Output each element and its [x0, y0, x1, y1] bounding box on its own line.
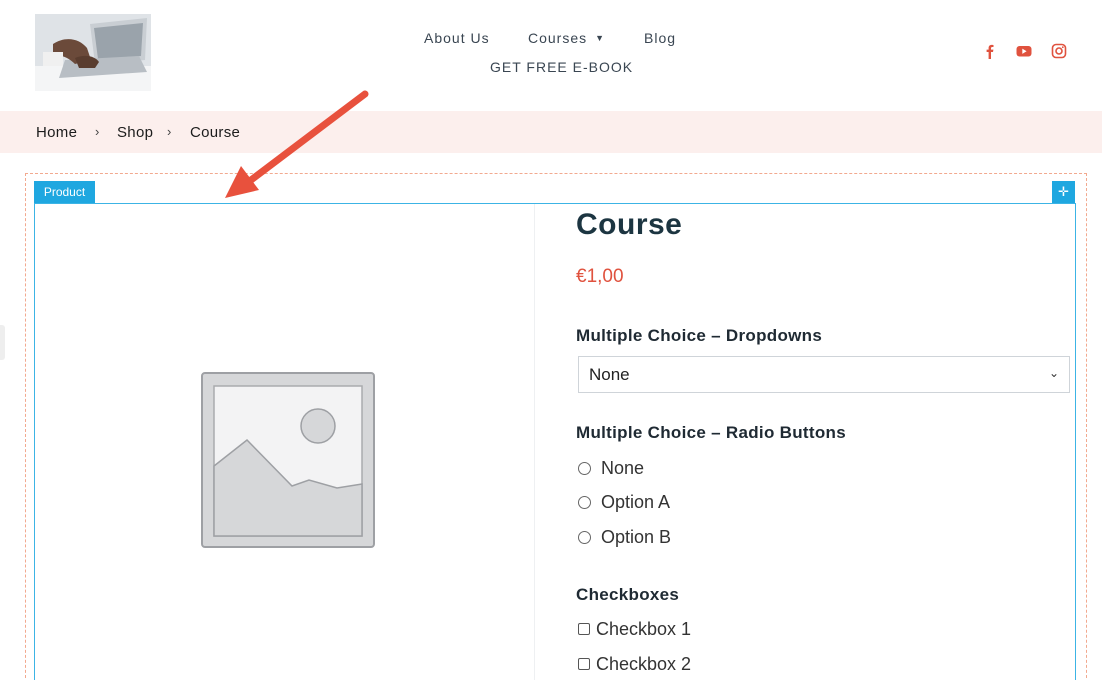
- breadcrumb-home[interactable]: Home: [36, 124, 77, 141]
- nav-get-free-ebook[interactable]: GET FREE E-BOOK: [490, 59, 633, 75]
- product-image-placeholder-icon: [201, 372, 375, 548]
- product-title: Course: [576, 208, 683, 241]
- product-price: €1,00: [576, 266, 624, 287]
- annotation-arrow-icon: [225, 90, 369, 198]
- radio-button[interactable]: [578, 496, 591, 509]
- caret-down-icon: ▼: [595, 33, 606, 43]
- site-logo[interactable]: [35, 14, 151, 91]
- radio-button[interactable]: [578, 531, 591, 544]
- facebook-icon[interactable]: [982, 43, 998, 59]
- radio-group-label: Multiple Choice – Radio Buttons: [576, 423, 846, 442]
- panel-toggle-tab[interactable]: [0, 325, 5, 360]
- radio-option-label: Option B: [601, 527, 672, 547]
- nav-about-us[interactable]: About Us: [424, 30, 490, 46]
- checkbox-label: Checkbox 1: [596, 619, 692, 639]
- social-links: [982, 43, 1072, 63]
- product-widget-outline: [34, 203, 1076, 680]
- dropdown-selected-value: None: [589, 365, 630, 384]
- radio-option-label: None: [601, 458, 645, 478]
- breadcrumb-separator-icon: ›: [95, 124, 100, 139]
- nav-blog[interactable]: Blog: [644, 30, 676, 46]
- radio-button[interactable]: [578, 462, 591, 475]
- instagram-icon[interactable]: [1051, 43, 1067, 59]
- breadcrumb-shop[interactable]: Shop: [117, 124, 153, 141]
- checkbox-group-label: Checkboxes: [576, 585, 680, 604]
- checkbox[interactable]: [578, 623, 590, 635]
- checkbox-label: Checkbox 2: [596, 654, 692, 674]
- main-nav: About Us Courses ▼ Blog GET FREE E-BOOK: [400, 28, 720, 84]
- checkbox[interactable]: [578, 658, 590, 670]
- chevron-down-icon: ⌄: [1048, 366, 1059, 380]
- widget-label-product[interactable]: Product: [34, 181, 95, 203]
- move-icon[interactable]: ✛: [1052, 181, 1075, 203]
- radio-option-label: Option A: [601, 492, 671, 512]
- column-divider: [534, 204, 535, 680]
- page: About Us Courses ▼ Blog GET FREE E-BOOK H…: [0, 0, 1102, 680]
- youtube-icon[interactable]: [1016, 43, 1032, 59]
- nav-courses[interactable]: Courses ▼: [528, 30, 605, 46]
- multiple-choice-dropdown[interactable]: None ⌄: [578, 356, 1070, 393]
- nav-courses-label: Courses: [528, 30, 588, 46]
- dropdown-label: Multiple Choice – Dropdowns: [576, 326, 823, 345]
- breadcrumb-separator-icon: ›: [167, 124, 172, 139]
- breadcrumb: Home › Shop › Course: [0, 111, 1102, 153]
